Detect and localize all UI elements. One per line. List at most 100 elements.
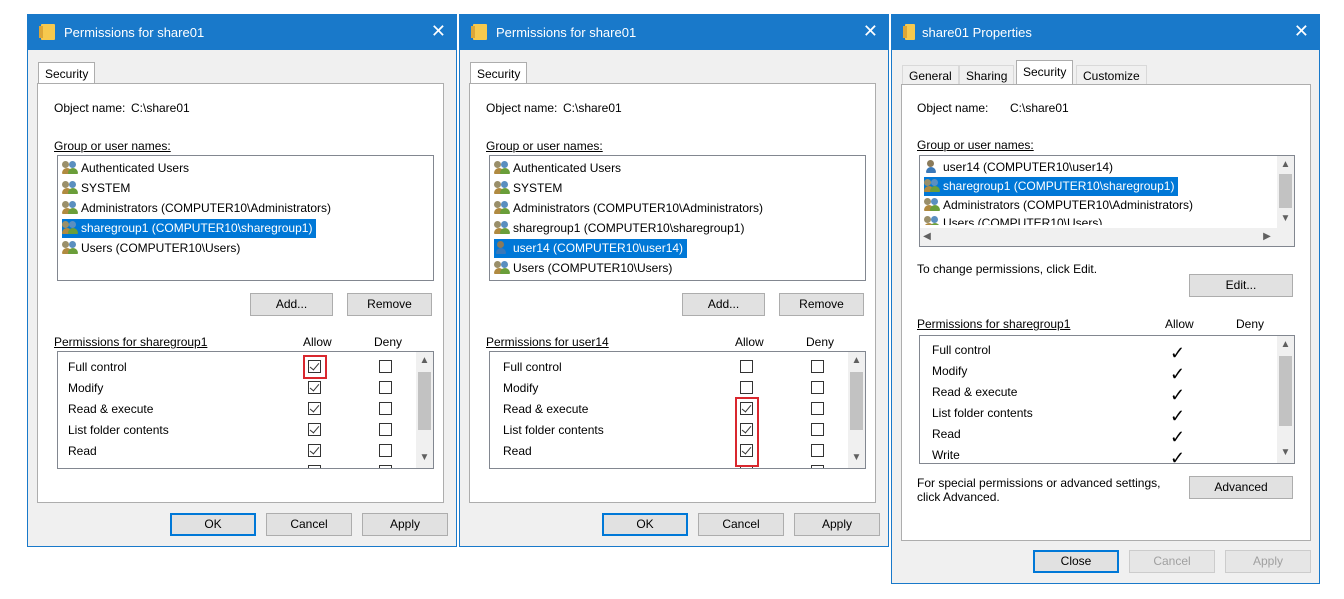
permissions-list[interactable]: Full control Modify Read & execute List … [919,335,1295,464]
remove-button[interactable]: Remove [347,293,432,316]
deny-header: Deny [374,335,403,349]
remove-button[interactable]: Remove [779,293,864,316]
user-list[interactable]: user14 (COMPUTER10\user14) sharegroup1 (… [919,155,1295,247]
tab-general[interactable]: General [902,65,959,84]
user-icon [494,241,510,254]
deny-checkbox[interactable] [811,423,824,436]
vertical-scrollbar[interactable]: ▲ ▼ [1277,336,1294,463]
list-item[interactable]: Users (COMPUTER10\Users) [494,259,676,278]
scroll-thumb[interactable] [850,372,863,430]
list-item[interactable]: Authenticated Users [494,159,625,178]
list-item[interactable]: SYSTEM [62,179,134,198]
deny-checkbox[interactable] [379,423,392,436]
scroll-up-icon[interactable]: ▲ [416,355,433,366]
scroll-down-icon[interactable]: ▼ [1277,447,1294,458]
list-item[interactable]: Users (COMPUTER10\Users) [924,213,1106,225]
tab-sharing[interactable]: Sharing [959,65,1015,84]
vertical-scrollbar[interactable]: ▲ ▼ [1277,156,1294,228]
vertical-scrollbar[interactable]: ▲ ▼ [848,352,865,468]
list-item[interactable]: Users (COMPUTER10\Users) [62,239,244,258]
scroll-thumb[interactable] [1279,174,1292,208]
close-button[interactable]: Close [1033,550,1119,573]
tab-security[interactable]: Security [38,62,96,84]
deny-checkbox[interactable] [379,402,392,415]
perm-row-label: List folder contents [68,423,169,437]
deny-checkbox[interactable] [811,402,824,415]
dialog-title: Permissions for share01 [64,25,205,40]
user-list[interactable]: Authenticated Users SYSTEM Administrator… [489,155,866,281]
scroll-down-icon[interactable]: ▼ [848,452,865,463]
list-item[interactable]: Administrators (COMPUTER10\Administrator… [494,199,767,218]
list-item[interactable]: Authenticated Users [62,159,193,178]
tab-security[interactable]: Security [470,62,528,84]
apply-button[interactable]: Apply [1225,550,1311,573]
list-item-selected[interactable]: user14 (COMPUTER10\user14) [494,239,688,258]
scroll-up-icon[interactable]: ▲ [1277,159,1294,170]
cancel-button[interactable]: Cancel [1129,550,1215,573]
scroll-thumb[interactable] [1279,356,1292,426]
allow-checkbox[interactable] [740,381,753,394]
perm-row-label: Full control [932,343,991,357]
edit-button[interactable]: Edit... [1189,274,1293,297]
close-icon[interactable]: ✕ [431,21,446,41]
allow-check-icon: ✓ [1170,343,1186,363]
deny-checkbox[interactable] [379,465,392,468]
scroll-down-icon[interactable]: ▼ [416,452,433,463]
allow-checkbox[interactable] [308,465,321,468]
list-item[interactable]: Administrators (COMPUTER10\Administrator… [62,199,335,218]
list-item[interactable]: sharegroup1 (COMPUTER10\sharegroup1) [494,219,748,238]
list-item[interactable]: SYSTEM [494,179,566,198]
group-icon [62,221,78,234]
perm-row-label: Modify [932,364,968,378]
vertical-scrollbar[interactable]: ▲ ▼ [416,352,433,468]
close-icon[interactable]: ✕ [1294,21,1309,41]
allow-header: Allow [1165,317,1194,331]
deny-checkbox[interactable] [379,444,392,457]
scroll-right-icon[interactable]: ▶ [1260,231,1274,242]
scroll-up-icon[interactable]: ▲ [848,355,865,366]
list-item-selected[interactable]: sharegroup1 (COMPUTER10\sharegroup1) [924,177,1179,196]
title-bar[interactable]: Permissions for share01 ✕ [460,15,888,50]
deny-checkbox[interactable] [811,444,824,457]
scroll-thumb[interactable] [418,372,431,430]
list-item-selected[interactable]: sharegroup1 (COMPUTER10\sharegroup1) [62,219,317,238]
tab-customize[interactable]: Customize [1076,65,1147,84]
ok-button[interactable]: OK [170,513,256,536]
deny-checkbox[interactable] [811,381,824,394]
permissions-list[interactable]: Full control Modify Read & execute List … [489,351,866,469]
scroll-left-icon[interactable]: ◀ [920,231,934,242]
allow-checkbox[interactable] [308,381,321,394]
cancel-button[interactable]: Cancel [698,513,784,536]
deny-checkbox[interactable] [811,360,824,373]
add-button[interactable]: Add... [250,293,333,316]
title-bar[interactable]: Permissions for share01 ✕ [28,15,456,50]
tab-security[interactable]: Security [1016,60,1074,85]
deny-checkbox[interactable] [379,381,392,394]
permissions-dialog-2: Permissions for share01 ✕ Security Objec… [459,14,889,547]
deny-checkbox[interactable] [811,465,824,468]
ok-button[interactable]: OK [602,513,688,536]
permissions-list[interactable]: Full control Modify Read & execute List … [57,351,434,469]
perm-row-label: Read [503,444,532,458]
group-icon [924,179,940,192]
advanced-button[interactable]: Advanced [1189,476,1293,499]
scroll-down-icon[interactable]: ▼ [1277,213,1294,224]
apply-button[interactable]: Apply [362,513,448,536]
object-name-value: C:\share01 [563,101,622,115]
allow-checkbox[interactable] [308,444,321,457]
perm-row-label: Read & execute [503,402,589,416]
list-item[interactable]: user14 (COMPUTER10\user14) [924,158,1117,177]
title-bar[interactable]: share01 Properties ✕ [892,15,1319,50]
highlight-box [735,397,759,467]
add-button[interactable]: Add... [682,293,765,316]
close-icon[interactable]: ✕ [863,21,878,41]
cancel-button[interactable]: Cancel [266,513,352,536]
apply-button[interactable]: Apply [794,513,880,536]
horizontal-scrollbar[interactable]: ◀ ▶ [920,228,1294,246]
allow-checkbox[interactable] [308,402,321,415]
deny-checkbox[interactable] [379,360,392,373]
scroll-up-icon[interactable]: ▲ [1277,339,1294,350]
allow-checkbox[interactable] [740,360,753,373]
user-list[interactable]: Authenticated Users SYSTEM Administrator… [57,155,434,281]
allow-checkbox[interactable] [308,423,321,436]
